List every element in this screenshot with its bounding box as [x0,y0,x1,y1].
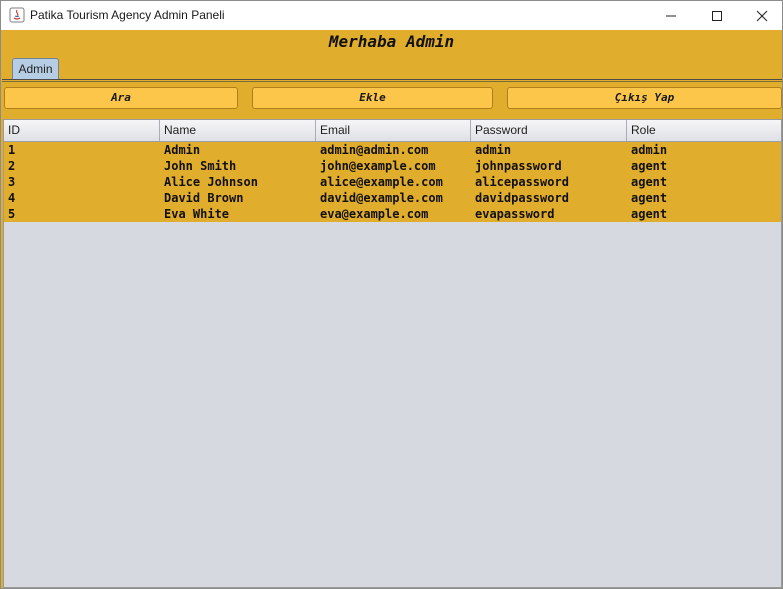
close-icon [756,10,768,21]
cell-name: Eva White [164,207,230,221]
cell-role: admin [631,143,668,157]
add-button[interactable]: Ekle [252,87,493,109]
users-table[interactable]: ID Name Email Password Role 1 Admin admi… [3,119,782,588]
cell-password: johnpassword [475,159,562,173]
cell-name: Admin [164,143,201,157]
greeting-title: Merhaba Admin [328,32,455,51]
tab-divider-shadow [2,81,782,82]
cell-id: 5 [8,207,16,221]
column-header-role[interactable]: Role [627,120,781,141]
table-row[interactable]: 4 David Brown david@example.com davidpas… [4,190,781,206]
close-button[interactable] [739,1,782,30]
maximize-button[interactable] [694,1,740,30]
cell-password: evapassword [475,207,555,221]
app-window: Patika Tourism Agency Admin Paneli Merha… [0,0,783,589]
cell-id: 2 [8,159,16,173]
cell-password: davidpassword [475,191,569,205]
cell-role: agent [631,207,668,221]
table-body: 1 Admin admin@admin.com admin admin 2 Jo… [4,142,781,222]
cell-email: eva@example.com [320,207,429,221]
table-row[interactable]: 1 Admin admin@admin.com admin admin [4,142,781,158]
table-header: ID Name Email Password Role [4,120,781,142]
cell-email: admin@admin.com [320,143,429,157]
logout-button[interactable]: Çıkış Yap [507,87,782,109]
cell-name: Alice Johnson [164,175,258,189]
search-button[interactable]: Ara [4,87,238,109]
cell-role: agent [631,159,668,173]
cell-email: david@example.com [320,191,443,205]
cell-password: admin [475,143,512,157]
minimize-button[interactable] [648,1,694,30]
cell-id: 4 [8,191,16,205]
column-header-name[interactable]: Name [160,120,316,141]
window-title: Patika Tourism Agency Admin Paneli [30,8,225,22]
cell-name: David Brown [164,191,244,205]
cell-password: alicepassword [475,175,569,189]
table-row[interactable]: 3 Alice Johnson alice@example.com alicep… [4,174,781,190]
cell-id: 1 [8,143,16,157]
minimize-icon [666,15,676,16]
table-row[interactable]: 5 Eva White eva@example.com evapassword … [4,206,781,222]
cell-name: John Smith [164,159,237,173]
cell-role: agent [631,191,668,205]
java-app-icon [9,7,25,23]
cell-role: agent [631,175,668,189]
table-row[interactable]: 2 John Smith john@example.com johnpasswo… [4,158,781,174]
cell-email: john@example.com [320,159,436,173]
tab-admin[interactable]: Admin [12,58,59,79]
column-header-email[interactable]: Email [316,120,471,141]
column-header-password[interactable]: Password [471,120,627,141]
maximize-icon [712,10,722,21]
cell-email: alice@example.com [320,175,443,189]
title-bar[interactable]: Patika Tourism Agency Admin Paneli [1,1,782,30]
column-header-id[interactable]: ID [4,120,160,141]
tab-divider [2,79,782,80]
cell-id: 3 [8,175,16,189]
